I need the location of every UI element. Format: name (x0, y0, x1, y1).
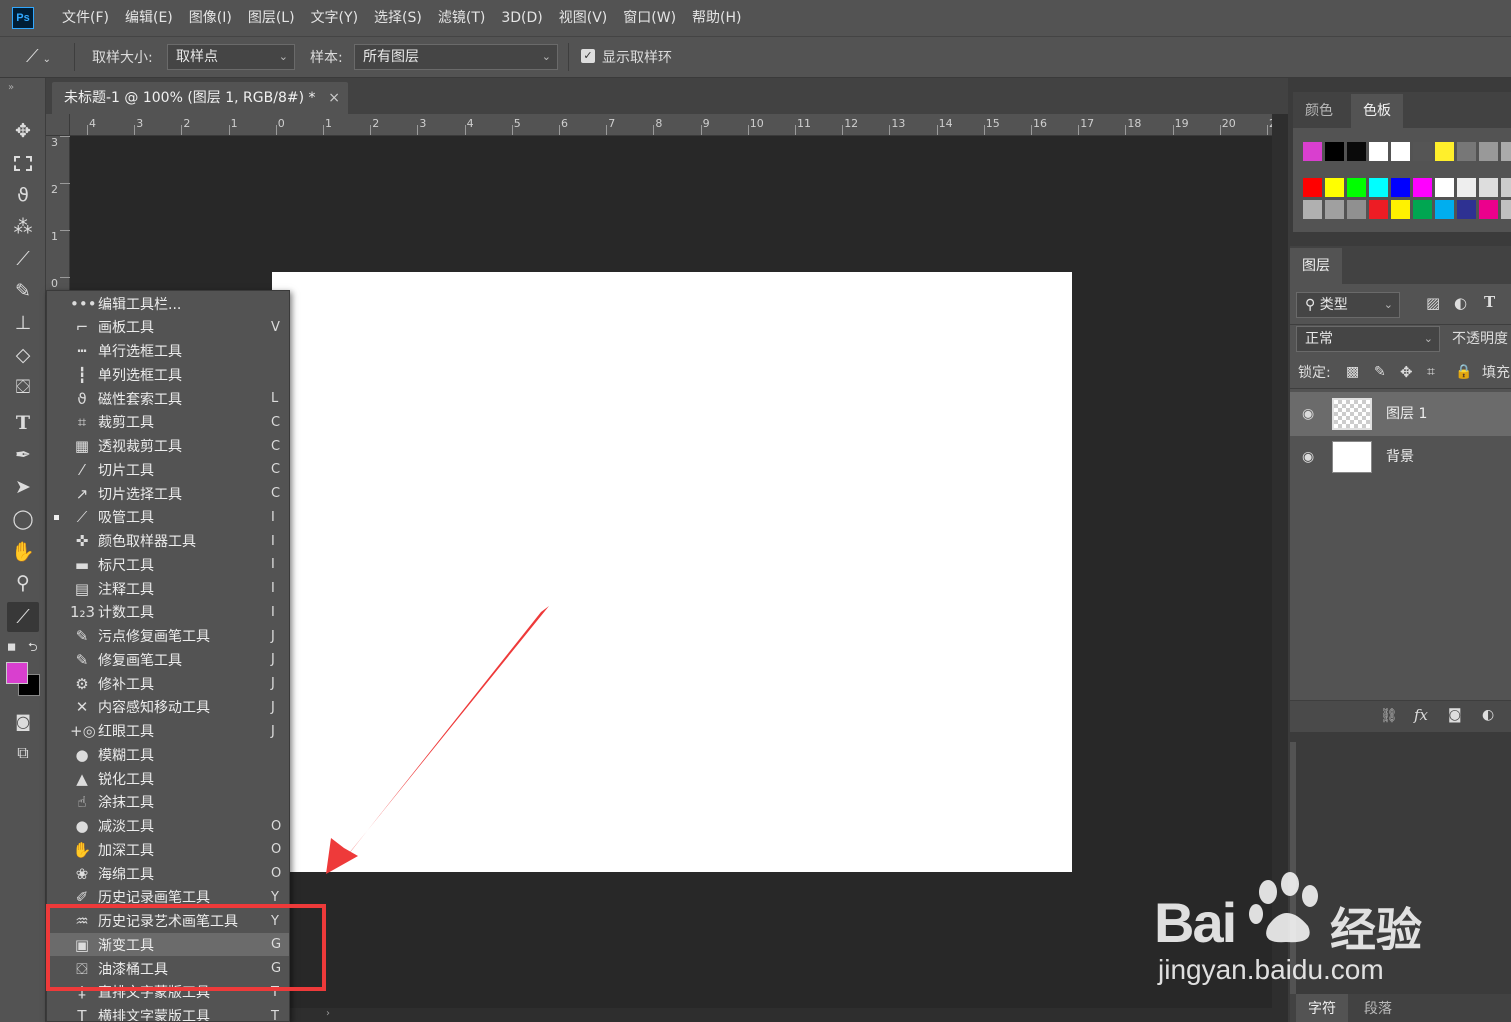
watermark-brand: Bai (1154, 891, 1237, 954)
photoshop-window: Ps 文件(F) 编辑(E) 图像(I) 图层(L) 文字(Y) 选择(S) 滤镜(T) 3D… (0, 0, 1511, 1022)
arrow-shaft (344, 606, 549, 860)
watermark-brand-cn: 经验 (1330, 903, 1422, 957)
watermark-url: jingyan.baidu.com (1158, 954, 1384, 985)
baidu-watermark: Bai 经验 jingyan.baidu.com (1154, 870, 1454, 1000)
paw-logo-icon (1249, 872, 1318, 943)
annotation-arrow (326, 606, 549, 874)
arrow-head (326, 838, 358, 874)
